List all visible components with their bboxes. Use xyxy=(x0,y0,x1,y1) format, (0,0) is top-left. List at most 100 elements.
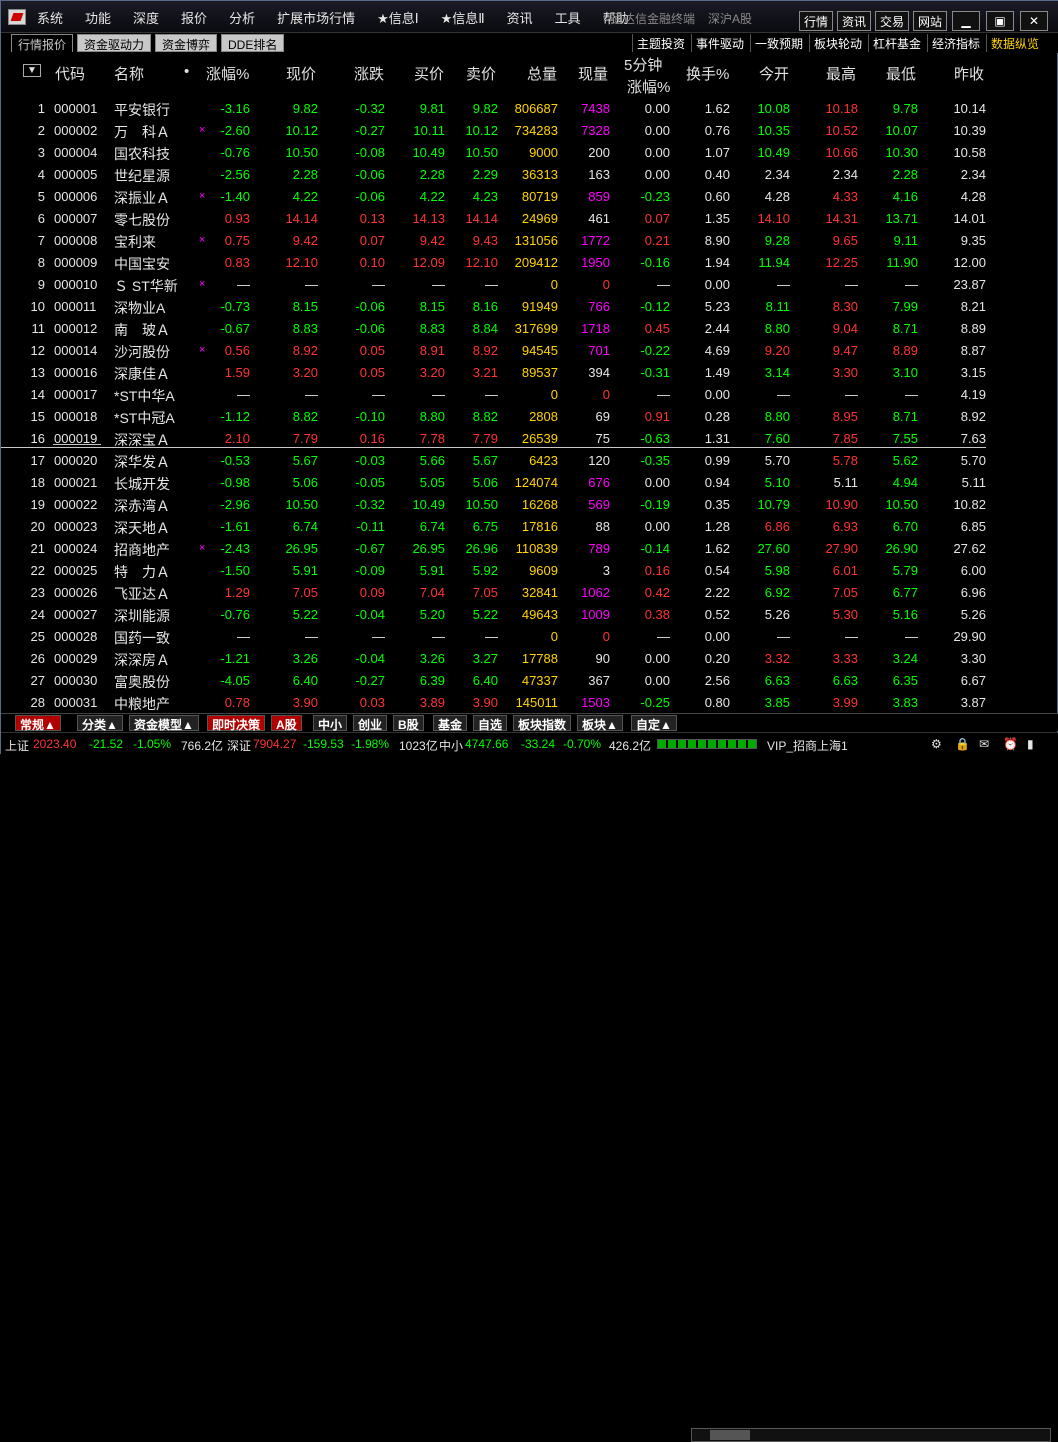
cell-low: 3.83 xyxy=(892,695,918,710)
btab-gem[interactable]: 创业 xyxy=(353,715,388,732)
table-row[interactable]: 28 000031 中粮地产 0.78 3.90 0.03 3.89 3.90 145011 15… xyxy=(1,692,1058,714)
btab-category[interactable]: 分类▲ xyxy=(77,715,123,732)
btab-fund[interactable]: 基金 xyxy=(433,715,468,732)
table-row[interactable]: 1 000001 平安银行 -3.16 9.82 -0.32 9.81 9.82 806687 7… xyxy=(1,98,1058,120)
table-row[interactable]: 6 000007 零七股份 0.93 14.14 0.13 14.13 14.14 24969 4… xyxy=(1,208,1058,230)
table-row[interactable]: 19 000022 深赤湾Ａ -2.96 10.50 -0.32 10.49 10.50 162… xyxy=(1,494,1058,516)
tab-theme-invest[interactable]: 主题投资 xyxy=(632,34,689,52)
menu-info-2[interactable]: ★信息Ⅱ xyxy=(441,8,485,27)
cell-price: 14.14 xyxy=(285,211,318,226)
quote-button[interactable]: 行情 xyxy=(799,11,834,31)
menu-depth[interactable]: 深度 xyxy=(133,8,159,27)
table-row[interactable]: 23 000026 飞亚达Ａ 1.29 7.05 0.09 7.04 7.05 32841 106… xyxy=(1,582,1058,604)
header-ask[interactable]: 卖价 xyxy=(466,63,496,84)
signal-icon[interactable]: ▮ xyxy=(1027,737,1034,751)
table-row[interactable]: 5 000006 深振业Ａ × -1.40 4.22 -0.06 4.22 4.23 80719 8… xyxy=(1,186,1058,208)
table-row[interactable]: 7 000008 宝利来 × 0.75 9.42 0.07 9.42 9.43 131056 177… xyxy=(1,230,1058,252)
scrollbar-thumb[interactable] xyxy=(710,1430,750,1440)
table-row[interactable]: 12 000014 沙河股份 × 0.56 8.92 0.05 8.91 8.92 94545 70… xyxy=(1,340,1058,362)
tab-sector-rotation[interactable]: 板块轮动 xyxy=(809,34,866,52)
table-row[interactable]: 26 000029 深深房Ａ -1.21 3.26 -0.04 3.26 3.27 17788 9… xyxy=(1,648,1058,670)
settings-icon[interactable]: ⚙ xyxy=(931,737,942,751)
table-row[interactable]: 13 000016 深康佳Ａ 1.59 3.20 0.05 3.20 3.21 89537 394… xyxy=(1,362,1058,384)
header-pct[interactable]: 涨幅% xyxy=(206,63,249,84)
btab-sme[interactable]: 中小 xyxy=(313,715,348,732)
table-row[interactable]: 25 000028 国药一致 — — — — —0 0—0.00— — —29.90 xyxy=(1,626,1058,648)
header-price[interactable]: 现价 xyxy=(286,63,316,84)
website-button[interactable]: 网站 xyxy=(913,11,948,31)
header-prev-close[interactable]: 昨收 xyxy=(954,63,984,84)
menu-analysis[interactable]: 分析 xyxy=(229,8,255,27)
menu-tools[interactable]: 工具 xyxy=(555,8,581,27)
selected-row-marker xyxy=(53,444,101,445)
menu-function[interactable]: 功能 xyxy=(85,8,111,27)
close-icon[interactable]: ✕ xyxy=(1020,11,1048,31)
cell-prev: 29.90 xyxy=(953,629,986,644)
header-open[interactable]: 今开 xyxy=(759,63,789,84)
news-button[interactable]: 资讯 xyxy=(837,11,872,31)
menu-system[interactable]: 系统 xyxy=(37,8,63,27)
menu-quote[interactable]: 报价 xyxy=(181,8,207,27)
btab-custom[interactable]: 自定▲ xyxy=(631,715,677,732)
table-row[interactable]: 27 000030 富奥股份 -4.05 6.40 -0.27 6.39 6.40 47337 3… xyxy=(1,670,1058,692)
header-5min-pct[interactable]: 涨幅% xyxy=(627,76,670,97)
tab-leverage-fund[interactable]: 杠杆基金 xyxy=(868,34,925,52)
sort-toggle-icon[interactable]: ▼ xyxy=(23,64,41,77)
table-row[interactable]: 2 000002 万 科Ａ × -2.60 10.12 -0.27 10.11 10.12 734… xyxy=(1,120,1058,142)
table-row[interactable]: 18 000021 长城开发 -0.98 5.06 -0.05 5.05 5.06 124074… xyxy=(1,472,1058,494)
table-row[interactable]: 21 000024 招商地产 × -2.43 26.95 -0.67 26.95 26.96 11… xyxy=(1,538,1058,560)
table-row[interactable]: 22 000025 特 力Ａ -1.50 5.91 -0.09 5.91 5.92 9609 3 0… xyxy=(1,560,1058,582)
horizontal-scrollbar[interactable] xyxy=(691,1428,1051,1442)
header-change[interactable]: 涨跌 xyxy=(354,63,384,84)
tab-data-overview[interactable]: 数据纵览 xyxy=(986,34,1043,52)
btab-sector-index[interactable]: 板块指数 xyxy=(513,715,572,732)
header-low[interactable]: 最低 xyxy=(886,63,916,84)
tab-fund-drive[interactable]: 资金驱动力 xyxy=(77,34,152,52)
minimize-icon[interactable]: ▁ xyxy=(952,11,980,31)
header-turnover[interactable]: 换手% xyxy=(686,63,729,84)
restore-icon[interactable]: ▣ xyxy=(986,11,1014,31)
btab-a-share[interactable]: A股 xyxy=(271,715,302,732)
menu-ext-market[interactable]: 扩展市场行情 xyxy=(277,8,355,27)
btab-watchlist[interactable]: 自选 xyxy=(473,715,508,732)
btab-normal[interactable]: 常规▲ xyxy=(15,715,61,732)
alarm-icon[interactable]: ⏰ xyxy=(1003,737,1018,751)
header-name[interactable]: 名称 xyxy=(114,63,144,84)
table-row[interactable]: 11 000012 南 玻Ａ -0.67 8.83 -0.06 8.83 8.84 317699… xyxy=(1,318,1058,340)
cell-open: 5.70 xyxy=(764,453,790,468)
table-row[interactable]: 9 000010 Ｓ ST华新 × — — — — —0 0—0.00— — —23.87 xyxy=(1,274,1058,296)
lock-icon[interactable]: 🔒 xyxy=(955,737,970,751)
btab-instant[interactable]: 即时决策 xyxy=(207,715,266,732)
table-row[interactable]: 20 000023 深天地Ａ -1.61 6.74 -0.11 6.74 6.75 17816 8… xyxy=(1,516,1058,538)
header-5min[interactable]: 5分钟 xyxy=(624,54,662,75)
tab-consensus[interactable]: 一致预期 xyxy=(750,34,807,52)
table-row[interactable]: 15 000018 *ST中冠A -1.12 8.82 -0.10 8.80 8.82 2808… xyxy=(1,406,1058,428)
table-row[interactable]: 24 000027 深圳能源 -0.76 5.22 -0.04 5.20 5.22 49643 1… xyxy=(1,604,1058,626)
table-row[interactable]: 10 000011 深物业A -0.73 8.15 -0.06 8.15 8.16 91949 7… xyxy=(1,296,1058,318)
header-code[interactable]: 代码 xyxy=(55,63,85,84)
header-volume[interactable]: 总量 xyxy=(527,63,557,84)
menu-info-1[interactable]: ★信息Ⅰ xyxy=(377,8,419,27)
btab-fund-model[interactable]: 资金模型▲ xyxy=(129,715,199,732)
stock-name: 深康佳Ａ xyxy=(114,366,170,382)
trade-button[interactable]: 交易 xyxy=(875,11,910,31)
tab-fund-game[interactable]: 资金博弈 xyxy=(155,34,218,52)
table-row[interactable]: 8 000009 中国宝安 0.83 12.10 0.10 12.09 12.10 209412… xyxy=(1,252,1058,274)
table-row[interactable]: 3 000004 国农科技 -0.76 10.50 -0.08 10.49 10.50 9000… xyxy=(1,142,1058,164)
tab-quotes[interactable]: 行情报价 xyxy=(11,34,74,52)
header-current-volume[interactable]: 现量 xyxy=(578,63,608,84)
stock-code: 000031 xyxy=(54,695,98,710)
tab-event-drive[interactable]: 事件驱动 xyxy=(691,34,748,52)
table-row[interactable]: 17 000020 深华发Ａ -0.53 5.67 -0.03 5.66 5.67 6423 12… xyxy=(1,450,1058,472)
vip-server[interactable]: VIP_招商上海1 xyxy=(767,737,848,754)
btab-sector[interactable]: 板块▲ xyxy=(577,715,623,732)
table-row[interactable]: 4 000005 世纪星源 -2.56 2.28 -0.06 2.28 2.29 36313 16… xyxy=(1,164,1058,186)
menu-news[interactable]: 资讯 xyxy=(507,8,533,27)
tab-dde-rank[interactable]: DDE排名 xyxy=(221,34,285,52)
message-icon[interactable]: ✉ xyxy=(979,737,989,751)
table-row[interactable]: 14 000017 *ST中华A — — — — —0 0—0.00— — —4.19 xyxy=(1,384,1058,406)
header-high[interactable]: 最高 xyxy=(826,63,856,84)
tab-econ-indicators[interactable]: 经济指标 xyxy=(927,34,984,52)
header-bid[interactable]: 买价 xyxy=(414,63,444,84)
btab-b-share[interactable]: B股 xyxy=(393,715,424,732)
